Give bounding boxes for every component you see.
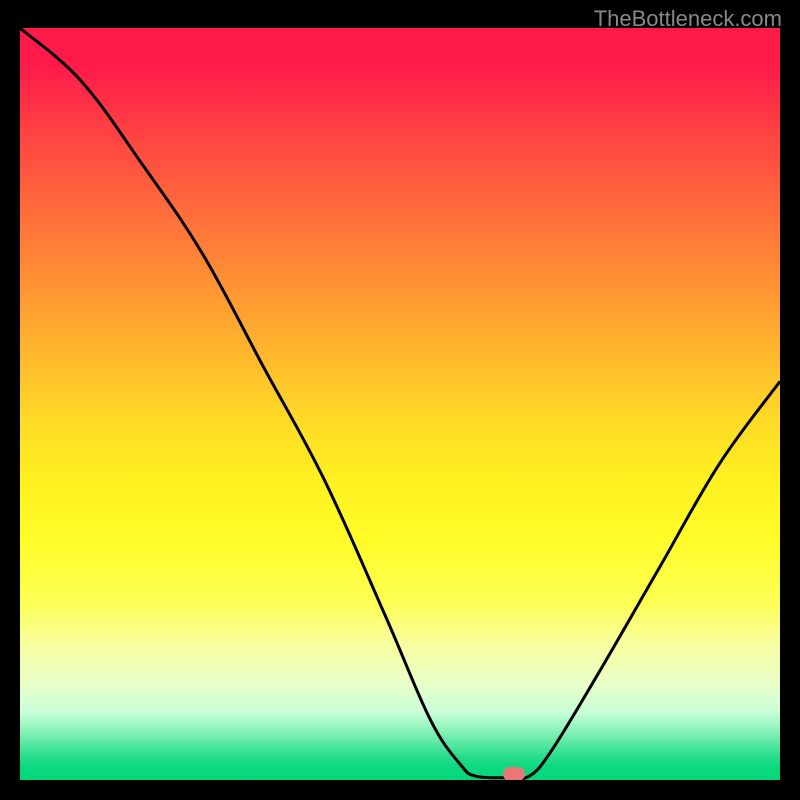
optimal-point-marker	[503, 767, 525, 780]
attribution-text: TheBottleneck.com	[594, 6, 782, 32]
plot-area	[20, 28, 780, 780]
bottleneck-curve	[20, 28, 780, 780]
